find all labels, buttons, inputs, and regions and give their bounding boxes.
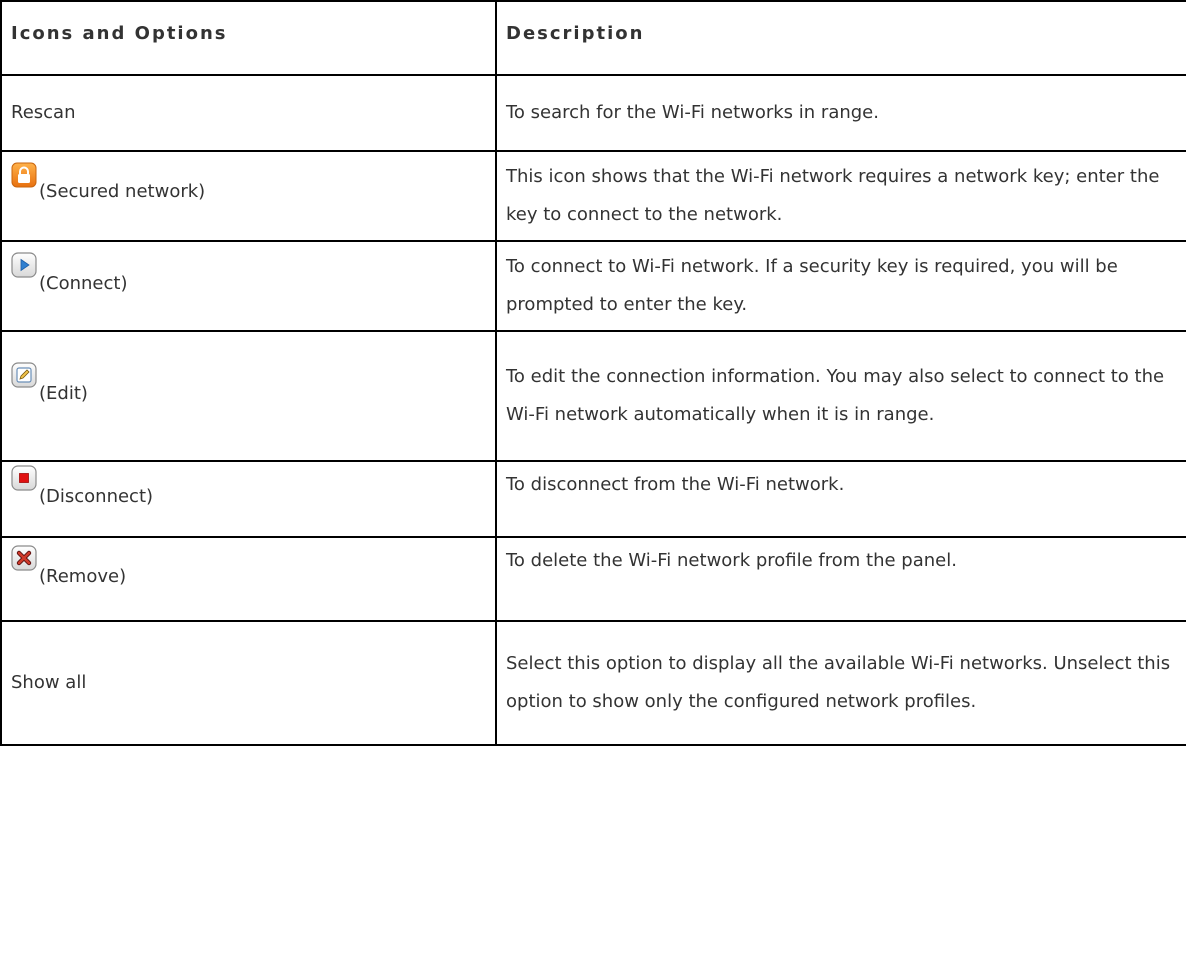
option-cell-connect: (Connect) bbox=[0, 240, 497, 332]
table-row: (Disconnect) To disconnect from the Wi-F… bbox=[0, 460, 1186, 538]
icons-options-table: Icons and Options Description Rescan To … bbox=[0, 0, 1186, 746]
description-cell: To search for the Wi-Fi networks in rang… bbox=[495, 74, 1186, 152]
option-cell-disconnect: (Disconnect) bbox=[0, 460, 497, 538]
table-row: (Secured network) This icon shows that t… bbox=[0, 150, 1186, 242]
option-label-connect: (Connect) bbox=[39, 273, 128, 294]
option-cell-secured-network: (Secured network) bbox=[0, 150, 497, 242]
option-cell-rescan: Rescan bbox=[0, 74, 497, 152]
description-cell: To disconnect from the Wi-Fi network. bbox=[495, 460, 1186, 538]
table-row: (Connect) To connect to Wi-Fi network. I… bbox=[0, 240, 1186, 332]
table-row: Rescan To search for the Wi-Fi networks … bbox=[0, 74, 1186, 152]
option-label-secured-network: (Secured network) bbox=[39, 181, 206, 202]
table-row: (Edit) To edit the connection informatio… bbox=[0, 330, 1186, 462]
option-cell-edit: (Edit) bbox=[0, 330, 497, 462]
stop-icon bbox=[11, 465, 37, 491]
option-label-edit: (Edit) bbox=[39, 383, 88, 404]
lock-icon bbox=[11, 162, 37, 188]
header-description: Description bbox=[495, 0, 1186, 76]
description-cell: To delete the Wi-Fi network profile from… bbox=[495, 536, 1186, 622]
remove-icon bbox=[11, 545, 37, 571]
table-header-row: Icons and Options Description bbox=[0, 0, 1186, 76]
description-cell: To connect to Wi-Fi network. If a securi… bbox=[495, 240, 1186, 332]
option-label-remove: (Remove) bbox=[39, 566, 127, 587]
description-cell: Select this option to display all the av… bbox=[495, 620, 1186, 746]
edit-icon bbox=[11, 362, 37, 388]
table-row: (Remove) To delete the Wi-Fi network pro… bbox=[0, 536, 1186, 622]
option-label-disconnect: (Disconnect) bbox=[39, 486, 154, 507]
table-row: Show all Select this option to display a… bbox=[0, 620, 1186, 746]
option-label-show-all: Show all bbox=[11, 672, 87, 693]
header-options: Icons and Options bbox=[0, 0, 497, 76]
play-icon bbox=[11, 252, 37, 278]
option-label-rescan: Rescan bbox=[11, 102, 76, 123]
option-cell-remove: (Remove) bbox=[0, 536, 497, 622]
description-cell: This icon shows that the Wi-Fi network r… bbox=[495, 150, 1186, 242]
option-cell-show-all: Show all bbox=[0, 620, 497, 746]
description-cell: To edit the connection information. You … bbox=[495, 330, 1186, 462]
